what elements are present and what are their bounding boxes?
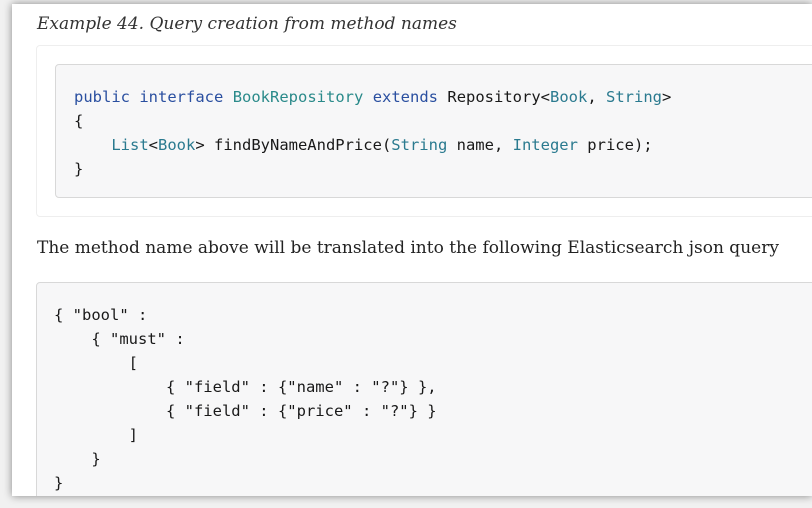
method-name: > findByNameAndPrice( (195, 136, 392, 154)
type-list: List (111, 136, 149, 154)
base-type: Repository< (447, 88, 551, 106)
keyword-interface: interface (139, 88, 224, 106)
json-code: { "bool" : { "must" : [ { "field" : {"na… (54, 306, 437, 492)
java-code-block: public interface BookRepository extends … (55, 64, 812, 198)
type-integer: Integer (512, 136, 578, 154)
param-name: name, (447, 136, 513, 154)
generic-close: > (662, 88, 672, 106)
keyword-public: public (74, 88, 130, 106)
example-title: Example 44. Query creation from method n… (37, 14, 457, 34)
open-brace: { (74, 112, 84, 130)
generic-book: Book (550, 88, 588, 106)
json-code-block: { "bool" : { "must" : [ { "field" : {"na… (36, 282, 812, 496)
document-page: Example 44. Query creation from method n… (12, 4, 812, 496)
close-brace: } (74, 160, 84, 178)
lt: < (148, 136, 158, 154)
description-paragraph: The method name above will be translated… (37, 238, 779, 258)
generic-comma: , (587, 88, 607, 106)
param-price: price); (577, 136, 653, 154)
type-book: Book (158, 136, 196, 154)
class-name: BookRepository (232, 88, 364, 106)
generic-string: String (606, 88, 663, 106)
java-code: public interface BookRepository extends … (74, 85, 671, 181)
keyword-extends: extends (372, 88, 439, 106)
type-string: String (391, 136, 448, 154)
